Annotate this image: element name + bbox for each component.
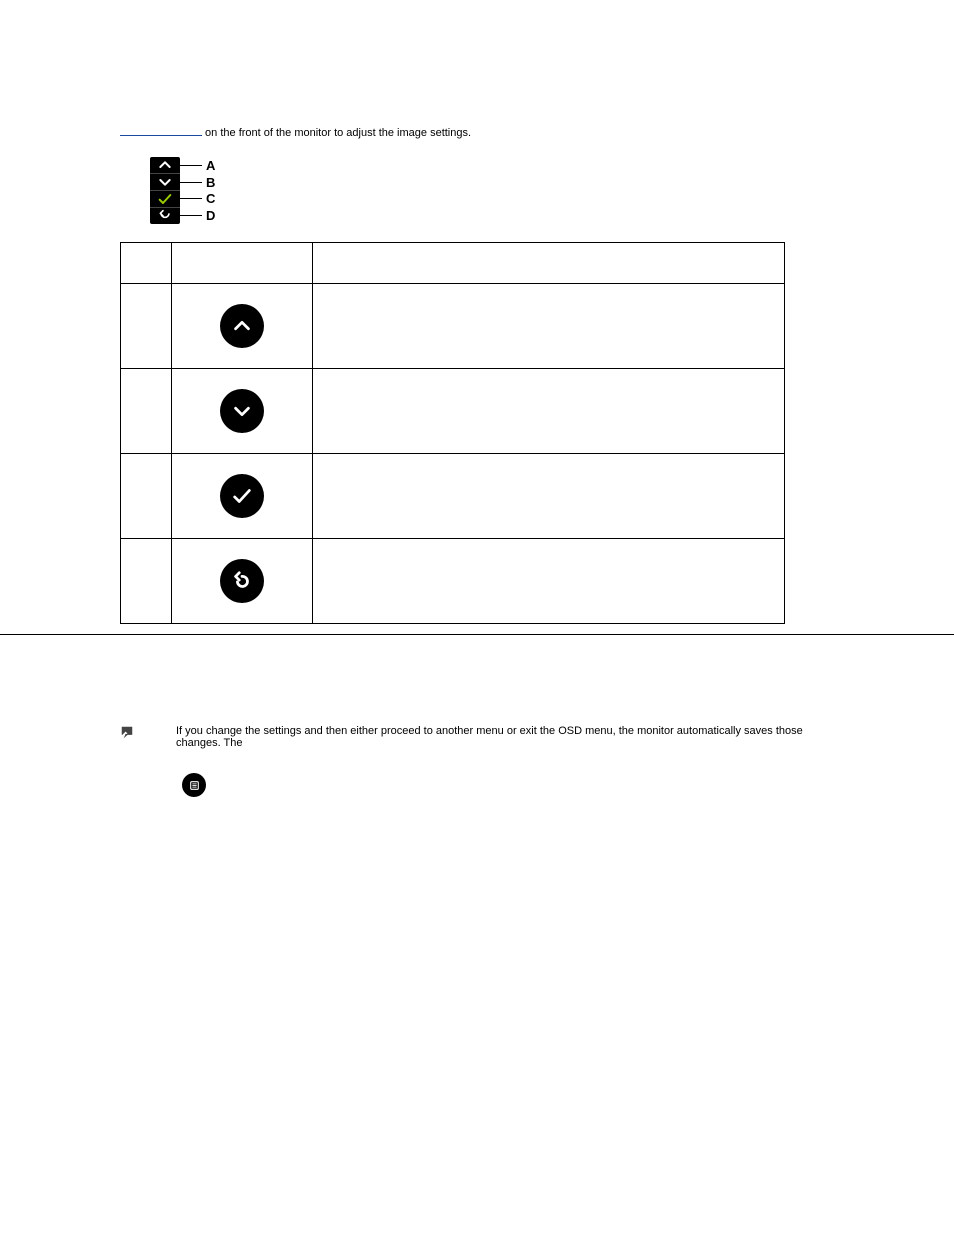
row-letter (121, 369, 172, 454)
return-icon (231, 570, 253, 592)
table-row (121, 369, 785, 454)
chevron-down-icon (231, 400, 253, 422)
table-header-2 (172, 243, 313, 284)
button-strip (150, 157, 180, 224)
row-icon-cell (172, 539, 313, 624)
back-button-graphic (220, 559, 264, 603)
menu-step (182, 773, 834, 797)
row-desc (313, 454, 785, 539)
strip-button-back (150, 208, 180, 224)
row-letter (121, 284, 172, 369)
check-icon (231, 485, 253, 507)
table-row (121, 539, 785, 624)
chevron-down-icon (157, 174, 173, 190)
menu-button-graphic (182, 773, 206, 797)
row-desc (313, 369, 785, 454)
strip-button-ok (150, 191, 180, 208)
return-icon (157, 208, 173, 224)
row-desc (313, 539, 785, 624)
panel-label-d: D (206, 208, 215, 223)
panel-labels: A B C D (180, 157, 215, 224)
ok-button-graphic (220, 474, 264, 518)
strip-button-down (150, 174, 180, 191)
down-button-graphic (220, 389, 264, 433)
chevron-up-icon (231, 315, 253, 337)
front-panel-diagram: A B C D (150, 157, 280, 224)
table-header-1 (121, 243, 172, 284)
table-header-3 (313, 243, 785, 284)
row-letter (121, 454, 172, 539)
intro-line: on the front of the monitor to adjust th… (120, 125, 834, 139)
panel-label-a: A (206, 158, 215, 173)
table-row (121, 284, 785, 369)
note-text: If you change the settings and then eith… (176, 725, 834, 749)
menu-icon (188, 779, 201, 792)
row-desc (313, 284, 785, 369)
check-icon (157, 191, 173, 207)
divider (0, 634, 954, 635)
row-letter (121, 539, 172, 624)
table-row (121, 454, 785, 539)
row-icon-cell (172, 454, 313, 539)
strip-button-up (150, 157, 180, 174)
chevron-up-icon (157, 157, 173, 173)
button-description-table (120, 242, 785, 624)
up-button-graphic (220, 304, 264, 348)
row-icon-cell (172, 284, 313, 369)
note-row: If you change the settings and then eith… (120, 725, 834, 749)
table-header-row (121, 243, 785, 284)
row-icon-cell (172, 369, 313, 454)
panel-label-c: C (206, 191, 215, 206)
note-icon (120, 725, 134, 739)
link-blank[interactable] (120, 125, 202, 136)
intro-text-after: on the front of the monitor to adjust th… (202, 127, 471, 139)
panel-label-b: B (206, 175, 215, 190)
